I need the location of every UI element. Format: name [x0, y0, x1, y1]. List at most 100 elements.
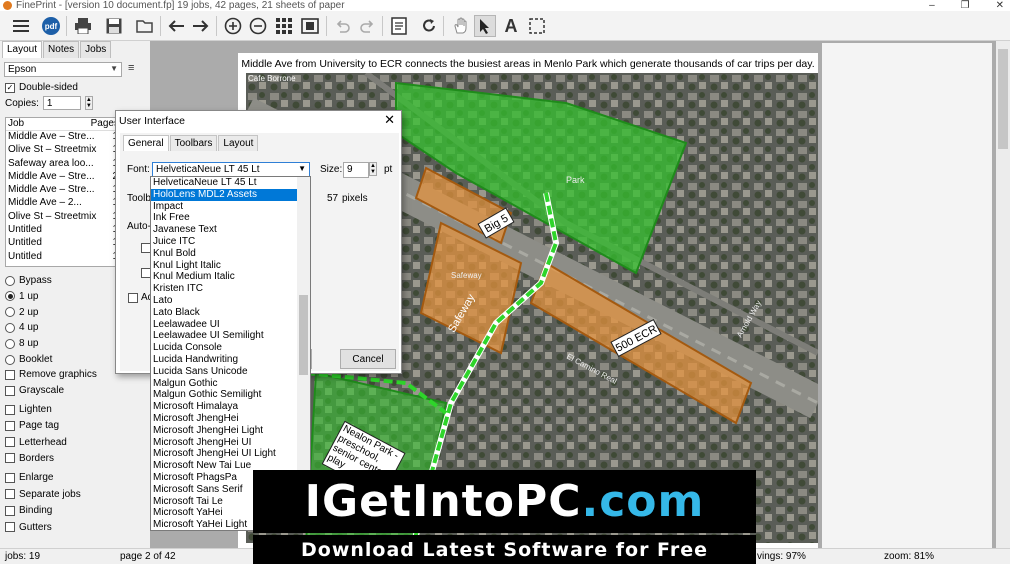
font-combobox[interactable]: HelveticaNeue LT 45 Lt ▼ — [152, 162, 310, 177]
printer-settings-icon[interactable]: ≡ — [128, 62, 134, 74]
pdf-icon[interactable]: pdf — [40, 15, 62, 37]
table-row[interactable]: Untitled1 — [6, 237, 119, 250]
table-row[interactable]: Untitled1 — [6, 224, 119, 237]
pixels-value[interactable]: 57 — [327, 193, 338, 204]
font-option[interactable]: Lucida Console — [151, 342, 297, 354]
advanced-checkbox[interactable] — [128, 293, 138, 303]
font-label: Font: — [127, 164, 150, 175]
layout-option-8-up[interactable]: 8 up — [5, 338, 38, 349]
print-icon[interactable] — [72, 15, 94, 37]
font-option[interactable]: Lucida Sans Unicode — [151, 366, 297, 378]
size-input[interactable]: 9 — [343, 162, 369, 178]
refresh-icon[interactable] — [418, 15, 440, 37]
minimize-button[interactable]: – — [929, 0, 935, 11]
font-option[interactable]: Kristen ITC — [151, 283, 297, 295]
open-folder-icon[interactable] — [134, 15, 156, 37]
redo-icon[interactable] — [357, 15, 379, 37]
font-option[interactable]: Lucida Handwriting — [151, 354, 297, 366]
font-option[interactable]: Juice ITC — [151, 236, 297, 248]
table-row[interactable]: Olive St – Streetmix1 — [6, 144, 119, 157]
zoom-in-icon[interactable] — [222, 15, 244, 37]
option-borders[interactable]: Borders — [5, 453, 54, 464]
back-icon[interactable] — [165, 15, 187, 37]
font-option[interactable]: HoloLens MDL2 Assets — [151, 188, 297, 201]
dialog-close-icon[interactable]: ✕ — [384, 112, 395, 128]
font-option[interactable]: Microsoft JhengHei UI — [151, 437, 297, 449]
option-gutters[interactable]: Gutters — [5, 522, 52, 533]
font-option[interactable]: Microsoft JhengHei Light — [151, 425, 297, 437]
table-row[interactable]: Middle Ave – 2...1 — [6, 197, 119, 210]
font-option[interactable]: Microsoft JhengHei UI Light — [151, 448, 297, 460]
table-row[interactable]: Olive St – Streetmix1 — [6, 211, 119, 224]
font-option[interactable]: Knul Bold — [151, 248, 297, 260]
copies-input[interactable] — [42, 96, 81, 110]
option-remove-graphics[interactable]: Remove graphics — [5, 369, 97, 380]
option-binding[interactable]: Binding — [5, 505, 52, 516]
tab-notes[interactable]: Notes — [43, 41, 80, 58]
fit-page-icon[interactable] — [299, 15, 321, 37]
layout-option-booklet[interactable]: Booklet — [5, 354, 52, 365]
font-option[interactable]: Malgun Gothic — [151, 378, 297, 390]
chevron-down-icon: ▼ — [110, 64, 118, 73]
font-option[interactable]: Knul Light Italic — [151, 260, 297, 272]
window-controls: – ❐ ✕ — [929, 0, 1004, 11]
font-option[interactable]: Microsoft JhengHei — [151, 413, 297, 425]
font-option[interactable]: Knul Medium Italic — [151, 271, 297, 283]
dialog-tab-general[interactable]: General — [123, 135, 169, 151]
copies-stepper[interactable]: ▲ ▼ — [84, 96, 93, 110]
option-letterhead[interactable]: Letterhead — [5, 437, 67, 448]
font-option[interactable]: Lato Black — [151, 307, 297, 319]
close-window-button[interactable]: ✕ — [996, 0, 1004, 11]
layout-option-4-up[interactable]: 4 up — [5, 322, 38, 333]
crop-tool-icon[interactable] — [526, 15, 548, 37]
cancel-button[interactable]: Cancel — [340, 349, 396, 369]
table-row[interactable]: Untitled1 — [6, 251, 119, 264]
layout-option-bypass[interactable]: Bypass — [5, 275, 52, 286]
table-row[interactable]: Middle Ave – Stre...2 — [6, 171, 119, 184]
font-option[interactable]: Ink Free — [151, 212, 297, 224]
tab-jobs[interactable]: Jobs — [80, 41, 112, 58]
font-option[interactable]: Javanese Text — [151, 224, 297, 236]
layout-option-1-up[interactable]: 1 up — [5, 291, 38, 302]
text-tool-icon[interactable]: A — [500, 15, 522, 37]
option-grayscale[interactable]: Grayscale — [5, 385, 64, 396]
font-option[interactable]: Microsoft Himalaya — [151, 401, 297, 413]
font-option[interactable]: Impact — [151, 201, 297, 213]
font-option[interactable]: Leelawadee UI Semilight — [151, 330, 297, 342]
table-row[interactable]: Safeway area loo...1 — [6, 158, 119, 171]
dialog-tab-layout[interactable]: Layout — [218, 135, 259, 151]
document-scrollbar[interactable] — [996, 41, 1010, 548]
zoom-out-icon[interactable] — [247, 15, 269, 37]
map-label-park: Park — [566, 175, 585, 185]
font-list-scrollbar-thumb[interactable] — [299, 295, 308, 375]
maximize-button[interactable]: ❐ — [961, 0, 970, 11]
hand-tool-icon[interactable] — [450, 15, 472, 37]
select-tool-icon[interactable] — [474, 15, 496, 37]
font-option[interactable]: Lato — [151, 295, 297, 307]
thumbnails-icon[interactable] — [273, 15, 295, 37]
dialog-tab-toolbars[interactable]: Toolbars — [169, 135, 218, 151]
tab-layout[interactable]: Layout — [2, 41, 43, 58]
option-separate-jobs[interactable]: Separate jobs — [5, 489, 81, 500]
table-row[interactable]: Middle Ave – Stre...1 — [6, 131, 119, 144]
double-sided-checkbox[interactable]: ✓ Double-sided — [5, 82, 78, 93]
printer-select[interactable]: Epson ▼ — [4, 62, 122, 77]
column-header-job[interactable]: Job — [6, 118, 91, 130]
window-title: FinePrint - [version 10 document.fp] 19 … — [16, 0, 345, 11]
layout-option-label: Bypass — [19, 275, 52, 286]
size-stepper[interactable]: ▲ ▼ — [369, 162, 377, 176]
option-lighten[interactable]: Lighten — [5, 404, 52, 415]
save-icon[interactable] — [103, 15, 125, 37]
option-enlarge[interactable]: Enlarge — [5, 472, 53, 483]
font-option[interactable]: HelveticaNeue LT 45 Lt — [151, 177, 297, 189]
scrollbar-thumb[interactable] — [998, 49, 1008, 149]
font-option[interactable]: Malgun Gothic Semilight — [151, 389, 297, 401]
font-option[interactable]: Leelawadee UI — [151, 319, 297, 331]
undo-icon[interactable] — [331, 15, 353, 37]
option-page-tag[interactable]: Page tag — [5, 420, 59, 431]
menu-icon[interactable] — [10, 15, 32, 37]
notes-icon[interactable] — [388, 15, 410, 37]
table-row[interactable]: Middle Ave – Stre...1 — [6, 184, 119, 197]
forward-icon[interactable] — [190, 15, 212, 37]
layout-option-2-up[interactable]: 2 up — [5, 307, 38, 318]
